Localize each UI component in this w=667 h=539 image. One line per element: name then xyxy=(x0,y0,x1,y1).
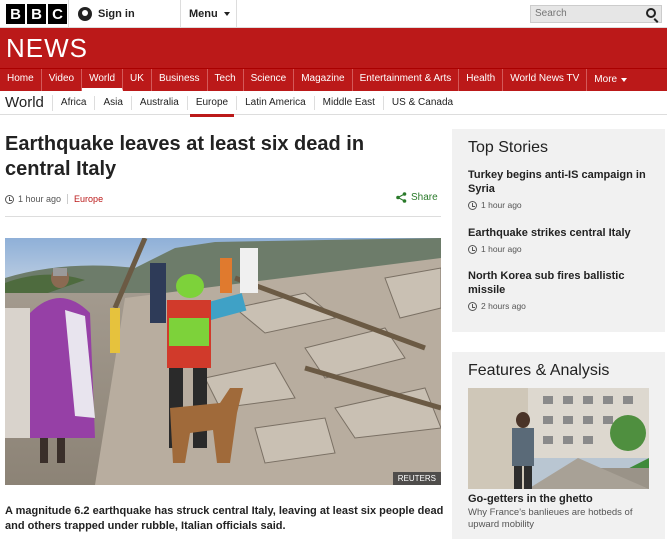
divider xyxy=(180,0,181,28)
nav-item-entertainment-arts[interactable]: Entertainment & Arts xyxy=(353,69,460,91)
story-title[interactable]: Turkey begins anti-IS campaign in Syria xyxy=(468,168,653,196)
primary-nav: Home Video World UK Business Tech Scienc… xyxy=(0,68,667,91)
divider xyxy=(236,0,237,28)
nav-item-business[interactable]: Business xyxy=(152,69,208,91)
story-time: 1 hour ago xyxy=(481,244,522,254)
feature-image[interactable] xyxy=(468,388,649,489)
article-section-link[interactable]: Europe xyxy=(74,194,103,204)
sign-in-label: Sign in xyxy=(98,8,135,20)
nav-item-uk[interactable]: UK xyxy=(123,69,152,91)
logo-letter: B xyxy=(27,4,46,24)
search-icon[interactable] xyxy=(646,8,656,18)
nav-item-home[interactable]: Home xyxy=(0,69,42,91)
article-headline: Earthquake leaves at least six dead in c… xyxy=(5,133,365,180)
search-input[interactable] xyxy=(535,8,635,19)
nav-item-more[interactable]: More xyxy=(587,69,634,91)
nav-item-science[interactable]: Science xyxy=(244,69,295,91)
share-label: Share xyxy=(411,192,438,203)
divider xyxy=(5,216,441,217)
story-meta: 1 hour ago xyxy=(468,244,653,254)
subnav-item-europe[interactable]: Europe xyxy=(188,95,238,117)
share-button[interactable]: Share xyxy=(396,192,438,203)
subnav-item-latin-america[interactable]: Latin America xyxy=(237,95,315,110)
list-item[interactable]: North Korea sub fires ballistic missile … xyxy=(468,269,653,311)
story-title[interactable]: Earthquake strikes central Italy xyxy=(468,226,653,240)
top-stories-title: Top Stories xyxy=(468,139,549,156)
chevron-down-icon xyxy=(621,78,628,82)
features-title: Features & Analysis xyxy=(468,362,610,379)
share-icon xyxy=(396,192,407,203)
subnav-item-asia[interactable]: Asia xyxy=(95,95,132,110)
story-meta: 1 hour ago xyxy=(468,200,653,210)
list-item[interactable]: Earthquake strikes central Italy 1 hour … xyxy=(468,226,653,254)
clock-icon xyxy=(468,301,477,311)
article-image[interactable]: REUTERS xyxy=(5,238,441,485)
nav-item-world[interactable]: World xyxy=(82,69,124,91)
image-credit: REUTERS xyxy=(392,472,441,485)
clock-icon xyxy=(468,244,477,254)
section-title[interactable]: World xyxy=(0,94,53,111)
user-icon xyxy=(78,7,92,21)
chevron-down-icon xyxy=(223,12,230,16)
nav-item-world-news-tv[interactable]: World News TV xyxy=(503,69,588,91)
feature-photo xyxy=(468,388,649,489)
clock-icon xyxy=(468,200,477,210)
search-box[interactable] xyxy=(530,5,662,23)
nav-more-label: More xyxy=(594,74,618,85)
nav-item-video[interactable]: Video xyxy=(42,69,83,91)
subnav-item-us-canada[interactable]: US & Canada xyxy=(384,96,461,110)
top-stories-panel: Top Stories Turkey begins anti-IS campai… xyxy=(452,129,665,332)
menu-button[interactable]: Menu xyxy=(189,8,230,20)
story-title[interactable]: North Korea sub fires ballistic missile xyxy=(468,269,653,297)
feature-description: Why France's banlieues are hotbeds of up… xyxy=(468,507,633,530)
menu-label: Menu xyxy=(189,8,218,20)
secondary-nav: World Africa Asia Australia Europe Latin… xyxy=(0,91,667,117)
article-time: 1 hour ago xyxy=(18,194,62,204)
bbc-logo[interactable]: B B C xyxy=(6,4,67,24)
nav-item-health[interactable]: Health xyxy=(459,69,504,91)
divider xyxy=(67,194,69,204)
news-banner: NEWS xyxy=(0,28,667,68)
list-item[interactable]: Turkey begins anti-IS campaign in Syria … xyxy=(468,168,653,210)
article-meta: 1 hour ago Europe xyxy=(5,194,103,204)
story-time: 1 hour ago xyxy=(481,200,522,210)
news-logo[interactable]: NEWS xyxy=(6,33,88,64)
clock-icon xyxy=(5,194,14,204)
logo-letter: C xyxy=(48,4,67,24)
feature-title[interactable]: Go-getters in the ghetto xyxy=(468,493,593,505)
subnav-item-middle-east[interactable]: Middle East xyxy=(315,95,384,110)
features-panel: Features & Analysis Go-getters in the gh… xyxy=(452,352,665,539)
logo-letter: B xyxy=(6,4,25,24)
story-meta: 2 hours ago xyxy=(468,301,653,311)
masthead: B B C Sign in Menu xyxy=(0,0,667,28)
subnav-item-africa[interactable]: Africa xyxy=(53,95,96,110)
nav-item-magazine[interactable]: Magazine xyxy=(294,69,353,91)
story-time: 2 hours ago xyxy=(481,301,526,311)
earthquake-rubble-photo xyxy=(5,238,441,485)
nav-item-tech[interactable]: Tech xyxy=(208,69,244,91)
subnav-item-australia[interactable]: Australia xyxy=(132,95,188,110)
article-summary: A magnitude 6.2 earthquake has struck ce… xyxy=(5,505,444,532)
sign-in-button[interactable]: Sign in xyxy=(78,7,135,21)
divider xyxy=(68,0,69,28)
